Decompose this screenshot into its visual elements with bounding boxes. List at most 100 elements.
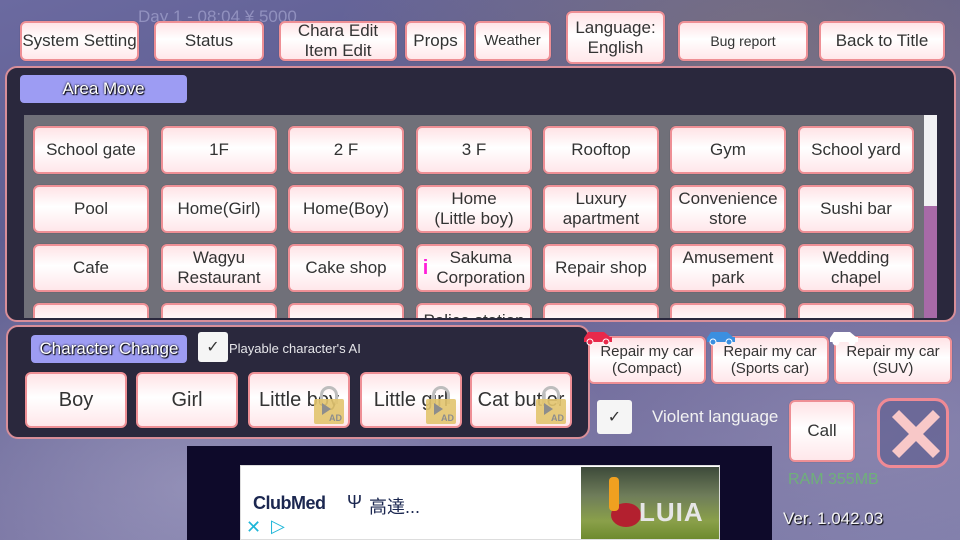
- area-button[interactable]: Rooftop: [543, 126, 659, 174]
- chara-edit-label: Chara Edit Item Edit: [297, 21, 379, 60]
- area-button[interactable]: [288, 303, 404, 318]
- status-button[interactable]: Status: [154, 21, 264, 61]
- area-button-label: Gym: [710, 140, 746, 160]
- props-button[interactable]: Props: [405, 21, 466, 61]
- character-change-title: Character Change: [31, 335, 187, 363]
- area-button-label: Home(Boy): [303, 199, 389, 219]
- character-button[interactable]: Little girl AD: [360, 372, 462, 428]
- ad-text: 高達...: [369, 497, 421, 517]
- area-scrollbar-thumb[interactable]: [924, 206, 937, 318]
- close-icon[interactable]: [877, 398, 949, 468]
- area-button-label: Pool: [73, 199, 109, 219]
- area-button[interactable]: School yard: [798, 126, 914, 174]
- repair-car-button[interactable]: Repair my car (Compact): [584, 332, 706, 384]
- area-button[interactable]: [543, 303, 659, 318]
- area-button[interactable]: i Sakuma Corporation: [416, 244, 532, 292]
- area-button[interactable]: Repair shop: [543, 244, 659, 292]
- lock-body: AD: [426, 399, 456, 424]
- area-button[interactable]: Home(Girl): [161, 185, 277, 233]
- area-button-label: Cake shop: [305, 258, 387, 278]
- character-button[interactable]: Little boy AD: [248, 372, 350, 428]
- back-to-title-button[interactable]: Back to Title: [819, 21, 945, 61]
- area-button[interactable]: 2 F: [288, 126, 404, 174]
- ai-checkbox[interactable]: ✓: [198, 332, 228, 362]
- ad-badge: AD: [551, 412, 564, 423]
- system-setting-label: System Setting: [22, 31, 137, 51]
- area-button-label: Rooftop: [571, 140, 631, 160]
- repair-car-button[interactable]: Repair my car (Sports car): [707, 332, 829, 384]
- info-icon: i: [422, 256, 429, 279]
- area-button[interactable]: Home(Boy): [288, 185, 404, 233]
- car-icon: [707, 332, 735, 346]
- call-button[interactable]: Call: [789, 400, 855, 462]
- version-label: Ver. 1.042.03: [783, 509, 884, 528]
- area-button[interactable]: [670, 303, 786, 318]
- area-button[interactable]: Cafe: [33, 244, 149, 292]
- ad-person-figure: [609, 477, 619, 511]
- ad-badge: AD: [441, 412, 454, 423]
- check-icon: ✓: [607, 409, 622, 426]
- area-button[interactable]: 3 F: [416, 126, 532, 174]
- lock-body: AD: [536, 399, 566, 424]
- character-button[interactable]: Girl: [136, 372, 238, 428]
- area-button[interactable]: [798, 303, 914, 318]
- area-button-label: Luxury apartment: [562, 189, 640, 228]
- weather-label: Weather: [484, 32, 541, 50]
- area-button-label: Repair shop: [555, 258, 647, 278]
- character-button[interactable]: Cat butler AD: [470, 372, 572, 428]
- area-button[interactable]: Wagyu Restaurant: [161, 244, 277, 292]
- ad-lock-icon: AD: [536, 386, 566, 424]
- character-button[interactable]: Boy: [25, 372, 127, 428]
- ad-close-icon[interactable]: ✕: [246, 517, 261, 538]
- ad-banner[interactable]: ClubMed Ψ 高達... ✕ ▷ LUIA: [240, 465, 720, 540]
- props-label: Props: [413, 31, 458, 51]
- bug-report-button[interactable]: Bug report: [678, 21, 808, 61]
- area-button[interactable]: Home (Little boy): [416, 185, 532, 233]
- violent-language-label: Violent language: [652, 407, 779, 426]
- area-button[interactable]: Cake shop: [288, 244, 404, 292]
- weather-button[interactable]: Weather: [474, 21, 551, 61]
- character-button-label: Girl: [171, 388, 203, 411]
- area-button[interactable]: Amusement park: [670, 244, 786, 292]
- system-setting-button[interactable]: System Setting: [20, 21, 139, 61]
- ad-image-text: LUIA: [639, 497, 704, 527]
- area-button-label: Amusement park: [682, 248, 774, 287]
- area-button-label: Wedding chapel: [822, 248, 890, 287]
- status-label: Status: [184, 31, 234, 51]
- language-button[interactable]: Language: English: [566, 11, 665, 64]
- ad-lock-icon: AD: [314, 386, 344, 424]
- area-button-label: Sushi bar: [820, 199, 892, 219]
- call-label: Call: [807, 421, 837, 441]
- repair-car-label: Repair my car (Sports car): [723, 342, 817, 377]
- area-button[interactable]: Convenience store: [670, 185, 786, 233]
- area-scrollbar[interactable]: [924, 115, 937, 318]
- area-button[interactable]: School gate: [33, 126, 149, 174]
- area-button-label: 2 F: [333, 140, 359, 160]
- language-label: Language: English: [575, 17, 656, 57]
- area-button-label: Wagyu Restaurant: [177, 248, 261, 287]
- area-button-label: Home (Little boy): [434, 189, 514, 228]
- repair-car-button[interactable]: Repair my car (SUV): [830, 332, 952, 384]
- adchoices-icon[interactable]: ▷: [271, 516, 285, 537]
- area-move-title: Area Move: [20, 75, 187, 103]
- area-button[interactable]: Wedding chapel: [798, 244, 914, 292]
- ram-readout: RAM 355MB: [788, 471, 879, 488]
- chara-edit-button[interactable]: Chara Edit Item Edit: [279, 21, 397, 61]
- repair-car-label: Repair my car (SUV): [846, 342, 940, 377]
- area-button[interactable]: [161, 303, 277, 318]
- area-button[interactable]: [33, 303, 149, 318]
- area-button[interactable]: Gym: [670, 126, 786, 174]
- area-button[interactable]: Pool: [33, 185, 149, 233]
- area-button[interactable]: Luxury apartment: [543, 185, 659, 233]
- back-to-title-label: Back to Title: [835, 31, 929, 51]
- area-button[interactable]: 1F: [161, 126, 277, 174]
- area-button[interactable]: Police station: [416, 303, 532, 318]
- ad-brand: ClubMed: [253, 493, 326, 513]
- violent-language-checkbox[interactable]: ✓: [597, 400, 632, 434]
- bug-report-label: Bug report: [710, 32, 776, 49]
- area-button[interactable]: Sushi bar: [798, 185, 914, 233]
- area-button-label: 1F: [209, 140, 229, 160]
- repair-car-label: Repair my car (Compact): [600, 342, 694, 377]
- ad-image: LUIA: [581, 467, 719, 539]
- ad-trident-icon: Ψ: [347, 492, 363, 512]
